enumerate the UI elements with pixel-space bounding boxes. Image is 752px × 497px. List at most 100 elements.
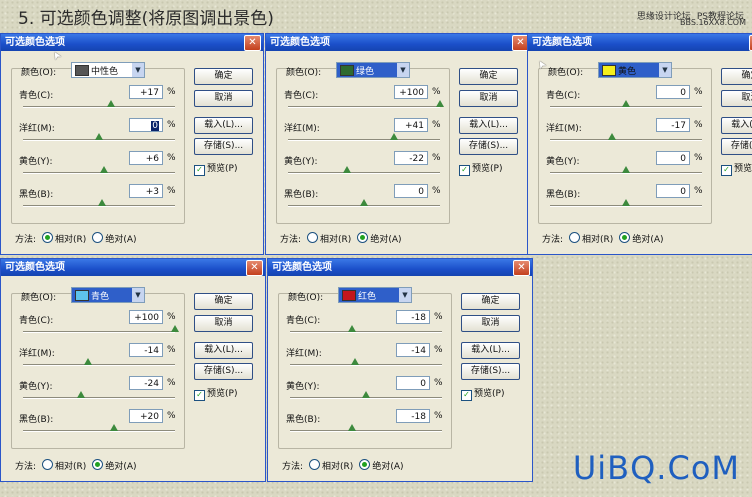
load-button[interactable]: 载入(L)... [459,117,518,134]
magenta-slider-track[interactable] [290,364,442,366]
cyan-slider-track[interactable] [290,331,442,333]
radio-relative[interactable] [42,459,54,470]
cancel-button[interactable]: 取消 [194,90,253,107]
black-input[interactable]: +3 [129,184,163,198]
magenta-slider-thumb[interactable] [351,358,360,365]
chevron-down-icon[interactable]: ▼ [659,63,671,77]
preview-checkbox[interactable]: ✓预览(P) [194,161,237,176]
magenta-slider-track[interactable] [550,139,702,141]
black-slider-thumb[interactable] [360,199,368,206]
cancel-button[interactable]: 取消 [194,315,253,332]
magenta-slider-track[interactable] [288,139,440,141]
black-slider-thumb[interactable] [110,424,119,431]
cyan-input[interactable]: +100 [394,85,428,99]
ok-button[interactable]: 确定 [459,68,518,85]
yellow-slider-track[interactable] [23,397,175,399]
cancel-button[interactable]: 取消 [459,90,518,107]
radio-absolute[interactable] [357,232,369,243]
preview-checkbox[interactable]: ✓预览(P) [194,386,237,401]
black-input[interactable]: +20 [129,409,163,423]
checkmark-icon[interactable]: ✓ [194,165,205,176]
magenta-slider-thumb[interactable] [95,133,103,140]
chevron-down-icon[interactable]: ▼ [132,63,144,77]
load-button[interactable]: 载入(L)... [194,342,253,359]
yellow-slider-track[interactable] [288,172,440,174]
ok-button[interactable]: 确定 [721,68,752,85]
cyan-slider-track[interactable] [288,106,440,108]
black-slider-thumb[interactable] [348,424,357,431]
black-input[interactable]: 0 [394,184,428,198]
black-slider-thumb[interactable] [98,199,107,206]
magenta-input[interactable]: 0 [129,118,163,132]
yellow-slider-thumb[interactable] [362,391,370,398]
ok-button[interactable]: 确定 [194,293,253,310]
cyan-input[interactable]: 0 [656,85,690,99]
color-select[interactable]: 绿色 ▼ [336,62,410,78]
magenta-slider-thumb[interactable] [390,133,399,140]
radio-absolute[interactable] [619,232,631,243]
yellow-input[interactable]: -22 [394,151,428,165]
cyan-input[interactable]: +100 [129,310,163,324]
chevron-down-icon[interactable]: ▼ [397,63,409,77]
yellow-slider-thumb[interactable] [343,166,352,173]
radio-absolute[interactable] [359,459,371,470]
cyan-slider-thumb[interactable] [107,100,116,107]
cyan-slider-track[interactable] [23,106,175,108]
magenta-slider-thumb[interactable] [84,358,93,365]
magenta-input[interactable]: +41 [394,118,428,132]
yellow-slider-thumb[interactable] [76,391,85,398]
checkmark-icon[interactable]: ✓ [721,165,732,176]
magenta-input[interactable]: -14 [396,343,430,357]
load-button[interactable]: 载入(L)... [194,117,253,134]
chevron-down-icon[interactable]: ▼ [132,288,144,302]
magenta-input[interactable]: -14 [129,343,163,357]
color-select[interactable]: 黄色 ▼ [598,62,672,78]
load-button[interactable]: 载入(L)... [461,342,520,359]
radio-relative[interactable] [307,232,319,243]
cancel-button[interactable]: 取消 [461,315,520,332]
cyan-slider-thumb[interactable] [171,325,179,332]
radio-relative[interactable] [569,232,581,243]
checkmark-icon[interactable]: ✓ [461,390,472,401]
yellow-input[interactable]: 0 [396,376,430,390]
close-icon[interactable]: ✕ [513,260,530,276]
radio-relative[interactable] [309,459,321,470]
black-input[interactable]: 0 [656,184,690,198]
checkmark-icon[interactable]: ✓ [194,390,205,401]
ok-button[interactable]: 确定 [461,293,520,310]
cyan-slider-thumb[interactable] [348,325,357,332]
save-button[interactable]: 存储(S)... [194,363,253,380]
cyan-input[interactable]: -18 [396,310,430,324]
load-button[interactable]: 载入(L)... [721,117,752,134]
magenta-slider-track[interactable] [23,364,175,366]
close-icon[interactable]: ✕ [244,35,261,51]
magenta-slider-thumb[interactable] [608,133,617,140]
checkmark-icon[interactable]: ✓ [459,165,470,176]
save-button[interactable]: 存储(S)... [721,138,752,155]
cyan-slider-thumb[interactable] [436,100,444,107]
preview-checkbox[interactable]: ✓预览(P) [459,161,502,176]
ok-button[interactable]: 确定 [194,68,253,85]
yellow-input[interactable]: 0 [656,151,690,165]
save-button[interactable]: 存储(S)... [461,363,520,380]
color-select[interactable]: 红色 ▼ [338,287,412,303]
cyan-slider-track[interactable] [23,331,175,333]
black-input[interactable]: -18 [396,409,430,423]
chevron-down-icon[interactable]: ▼ [399,288,411,302]
preview-checkbox[interactable]: ✓预览(P) [461,386,504,401]
save-button[interactable]: 存储(S)... [194,138,253,155]
black-slider-thumb[interactable] [622,199,630,206]
black-slider-track[interactable] [290,430,442,432]
radio-absolute[interactable] [92,459,104,470]
cyan-input[interactable]: +17 [129,85,163,99]
yellow-slider-thumb[interactable] [99,166,108,173]
black-slider-track[interactable] [23,430,175,432]
color-select[interactable]: 中性色 ▼ [71,62,145,78]
save-button[interactable]: 存储(S)... [459,138,518,155]
radio-relative[interactable] [42,232,54,243]
preview-checkbox[interactable]: ✓预览(P) [721,161,752,176]
magenta-input[interactable]: -17 [656,118,690,132]
cyan-slider-thumb[interactable] [622,100,630,107]
yellow-input[interactable]: -24 [129,376,163,390]
yellow-input[interactable]: +6 [129,151,163,165]
